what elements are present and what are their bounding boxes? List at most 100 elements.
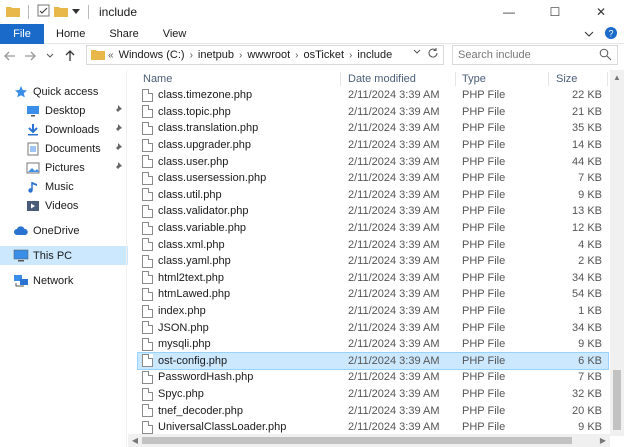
- column-divider[interactable]: [607, 72, 608, 86]
- file-date-modified: 2/11/2024 3:39 AM: [348, 321, 440, 334]
- file-type: PHP File: [462, 371, 506, 384]
- back-button[interactable]: [0, 45, 20, 67]
- file-size: 34 KB: [572, 321, 602, 334]
- breadcrumb-item[interactable]: Windows (C:): [119, 49, 185, 61]
- breadcrumb-overflow-icon[interactable]: «: [108, 50, 114, 61]
- php-file-icon: [142, 153, 153, 170]
- title-bar: include — ☐ ✕: [0, 0, 624, 24]
- table-row[interactable]: mysqli.php 2/11/2024 3:39 AM PHP File 9 KB: [138, 336, 608, 353]
- breadcrumb-item[interactable]: osTicket: [304, 49, 345, 61]
- tab-home[interactable]: Home: [44, 24, 97, 44]
- column-header-type[interactable]: Type: [462, 70, 486, 88]
- nav-item-videos[interactable]: Videos: [0, 196, 128, 215]
- table-row[interactable]: class.upgrader.php 2/11/2024 3:39 AM PHP F…: [138, 137, 608, 154]
- file-name: class.validator.php: [158, 205, 249, 218]
- file-type: PHP File: [462, 122, 506, 135]
- maximize-button[interactable]: ☐: [532, 0, 578, 24]
- nav-item-onedrive[interactable]: OneDrive: [0, 221, 128, 240]
- nav-item-quick-access[interactable]: Quick access: [0, 82, 128, 101]
- chevron-right-icon[interactable]: ›: [190, 50, 193, 61]
- table-row[interactable]: html2text.php 2/11/2024 3:39 AM PHP File 34…: [138, 270, 608, 287]
- php-file-icon: [142, 120, 153, 137]
- nav-item-label: Downloads: [45, 123, 100, 136]
- table-row[interactable]: index.php 2/11/2024 3:39 AM PHP File 1 KB: [138, 303, 608, 320]
- refresh-icon[interactable]: [427, 47, 439, 62]
- chevron-right-icon[interactable]: ›: [349, 50, 352, 61]
- vertical-scroll-thumb[interactable]: [613, 370, 621, 430]
- file-type: PHP File: [462, 404, 506, 417]
- new-folder-icon[interactable]: [54, 5, 68, 20]
- table-row[interactable]: class.variable.php 2/11/2024 3:39 AM PHP F…: [138, 220, 608, 237]
- tab-file[interactable]: File: [0, 23, 44, 44]
- nav-item-label: Videos: [45, 199, 79, 212]
- table-row[interactable]: ost-config.php 2/11/2024 3:39 AM PHP File 6…: [137, 351, 609, 371]
- recent-locations-button[interactable]: [40, 45, 60, 67]
- forward-button[interactable]: [20, 45, 40, 67]
- table-row[interactable]: tnef_decoder.php 2/11/2024 3:39 AM PHP Fil…: [138, 402, 608, 419]
- search-input[interactable]: Search include: [452, 45, 618, 65]
- vertical-scrollbar[interactable]: ▲: [610, 70, 624, 436]
- chevron-right-icon[interactable]: ›: [239, 50, 242, 61]
- downloads-icon: [24, 122, 42, 138]
- address-dropdown-icon[interactable]: [413, 47, 421, 57]
- file-name: ost-config.php: [158, 354, 228, 367]
- column-divider[interactable]: [548, 72, 549, 86]
- up-button[interactable]: [60, 45, 80, 67]
- table-row[interactable]: class.translation.php 2/11/2024 3:39 AM PH…: [138, 120, 608, 137]
- properties-icon[interactable]: [37, 4, 50, 20]
- chevron-right-icon[interactable]: ›: [295, 50, 298, 61]
- column-header-name[interactable]: Name: [143, 70, 172, 88]
- column-header-size[interactable]: Size: [556, 70, 577, 88]
- breadcrumb-item[interactable]: wwwroot: [247, 49, 290, 61]
- customize-toolbar-icon[interactable]: [72, 5, 80, 19]
- table-row[interactable]: PasswordHash.php 2/11/2024 3:39 AM PHP Fil…: [138, 369, 608, 386]
- breadcrumb-item[interactable]: inetpub: [198, 49, 234, 61]
- horizontal-scrollbar[interactable]: ◀ ▶: [128, 434, 610, 447]
- file-type: PHP File: [462, 105, 506, 118]
- close-button[interactable]: ✕: [578, 0, 624, 24]
- file-type: PHP File: [462, 388, 506, 401]
- table-row[interactable]: class.timezone.php 2/11/2024 3:39 AM PHP F…: [138, 87, 608, 104]
- file-size: 35 KB: [572, 122, 602, 135]
- file-date-modified: 2/11/2024 3:39 AM: [348, 222, 440, 235]
- tab-share[interactable]: Share: [97, 24, 150, 44]
- pin-icon: [113, 105, 122, 116]
- scroll-right-icon[interactable]: ▶: [596, 434, 610, 447]
- php-file-icon: [142, 137, 153, 154]
- address-bar[interactable]: « Windows (C:) › inetpub › wwwroot › osT…: [86, 45, 444, 65]
- file-date-modified: 2/11/2024 3:39 AM: [348, 89, 440, 102]
- tab-view[interactable]: View: [151, 24, 199, 44]
- nav-item-network[interactable]: Network: [0, 271, 128, 290]
- file-size: 9 KB: [578, 338, 602, 351]
- table-row[interactable]: class.user.php 2/11/2024 3:39 AM PHP File 4…: [138, 153, 608, 170]
- scroll-up-icon[interactable]: ▲: [610, 70, 624, 84]
- nav-item-downloads[interactable]: Downloads: [0, 120, 128, 139]
- column-divider[interactable]: [340, 72, 341, 86]
- nav-item-music[interactable]: Music: [0, 177, 128, 196]
- expand-ribbon-icon[interactable]: [584, 27, 594, 41]
- nav-item-this-pc[interactable]: This PC: [0, 246, 128, 265]
- breadcrumb-item[interactable]: include: [357, 49, 392, 61]
- table-row[interactable]: class.usersession.php 2/11/2024 3:39 AM PH…: [138, 170, 608, 187]
- help-icon[interactable]: ?: [604, 26, 618, 43]
- scroll-left-icon[interactable]: ◀: [128, 434, 142, 447]
- column-header-date[interactable]: Date modified: [348, 70, 416, 88]
- php-file-icon: [142, 369, 153, 386]
- table-row[interactable]: class.topic.php 2/11/2024 3:39 AM PHP File…: [138, 104, 608, 121]
- table-row[interactable]: Spyc.php 2/11/2024 3:39 AM PHP File 32 KB: [138, 386, 608, 403]
- table-row[interactable]: class.util.php 2/11/2024 3:39 AM PHP File 9…: [138, 187, 608, 204]
- file-type: PHP File: [462, 155, 506, 168]
- table-row[interactable]: class.xml.php 2/11/2024 3:39 AM PHP File 4 …: [138, 236, 608, 253]
- nav-item-pictures[interactable]: Pictures: [0, 158, 128, 177]
- nav-item-documents[interactable]: Documents: [0, 139, 128, 158]
- nav-item-desktop[interactable]: Desktop: [0, 101, 128, 120]
- table-row[interactable]: class.yaml.php 2/11/2024 3:39 AM PHP File 2…: [138, 253, 608, 270]
- window-controls: — ☐ ✕: [486, 0, 624, 24]
- column-divider[interactable]: [455, 72, 456, 86]
- table-row[interactable]: htmLawed.php 2/11/2024 3:39 AM PHP File 54 …: [138, 286, 608, 303]
- table-row[interactable]: class.validator.php 2/11/2024 3:39 AM PHP …: [138, 203, 608, 220]
- navigation-pane: Quick access Desktop Downloads Documents: [0, 70, 128, 447]
- table-row[interactable]: JSON.php 2/11/2024 3:39 AM PHP File 34 KB: [138, 319, 608, 336]
- horizontal-scroll-thumb[interactable]: [142, 437, 572, 444]
- minimize-button[interactable]: —: [486, 0, 532, 24]
